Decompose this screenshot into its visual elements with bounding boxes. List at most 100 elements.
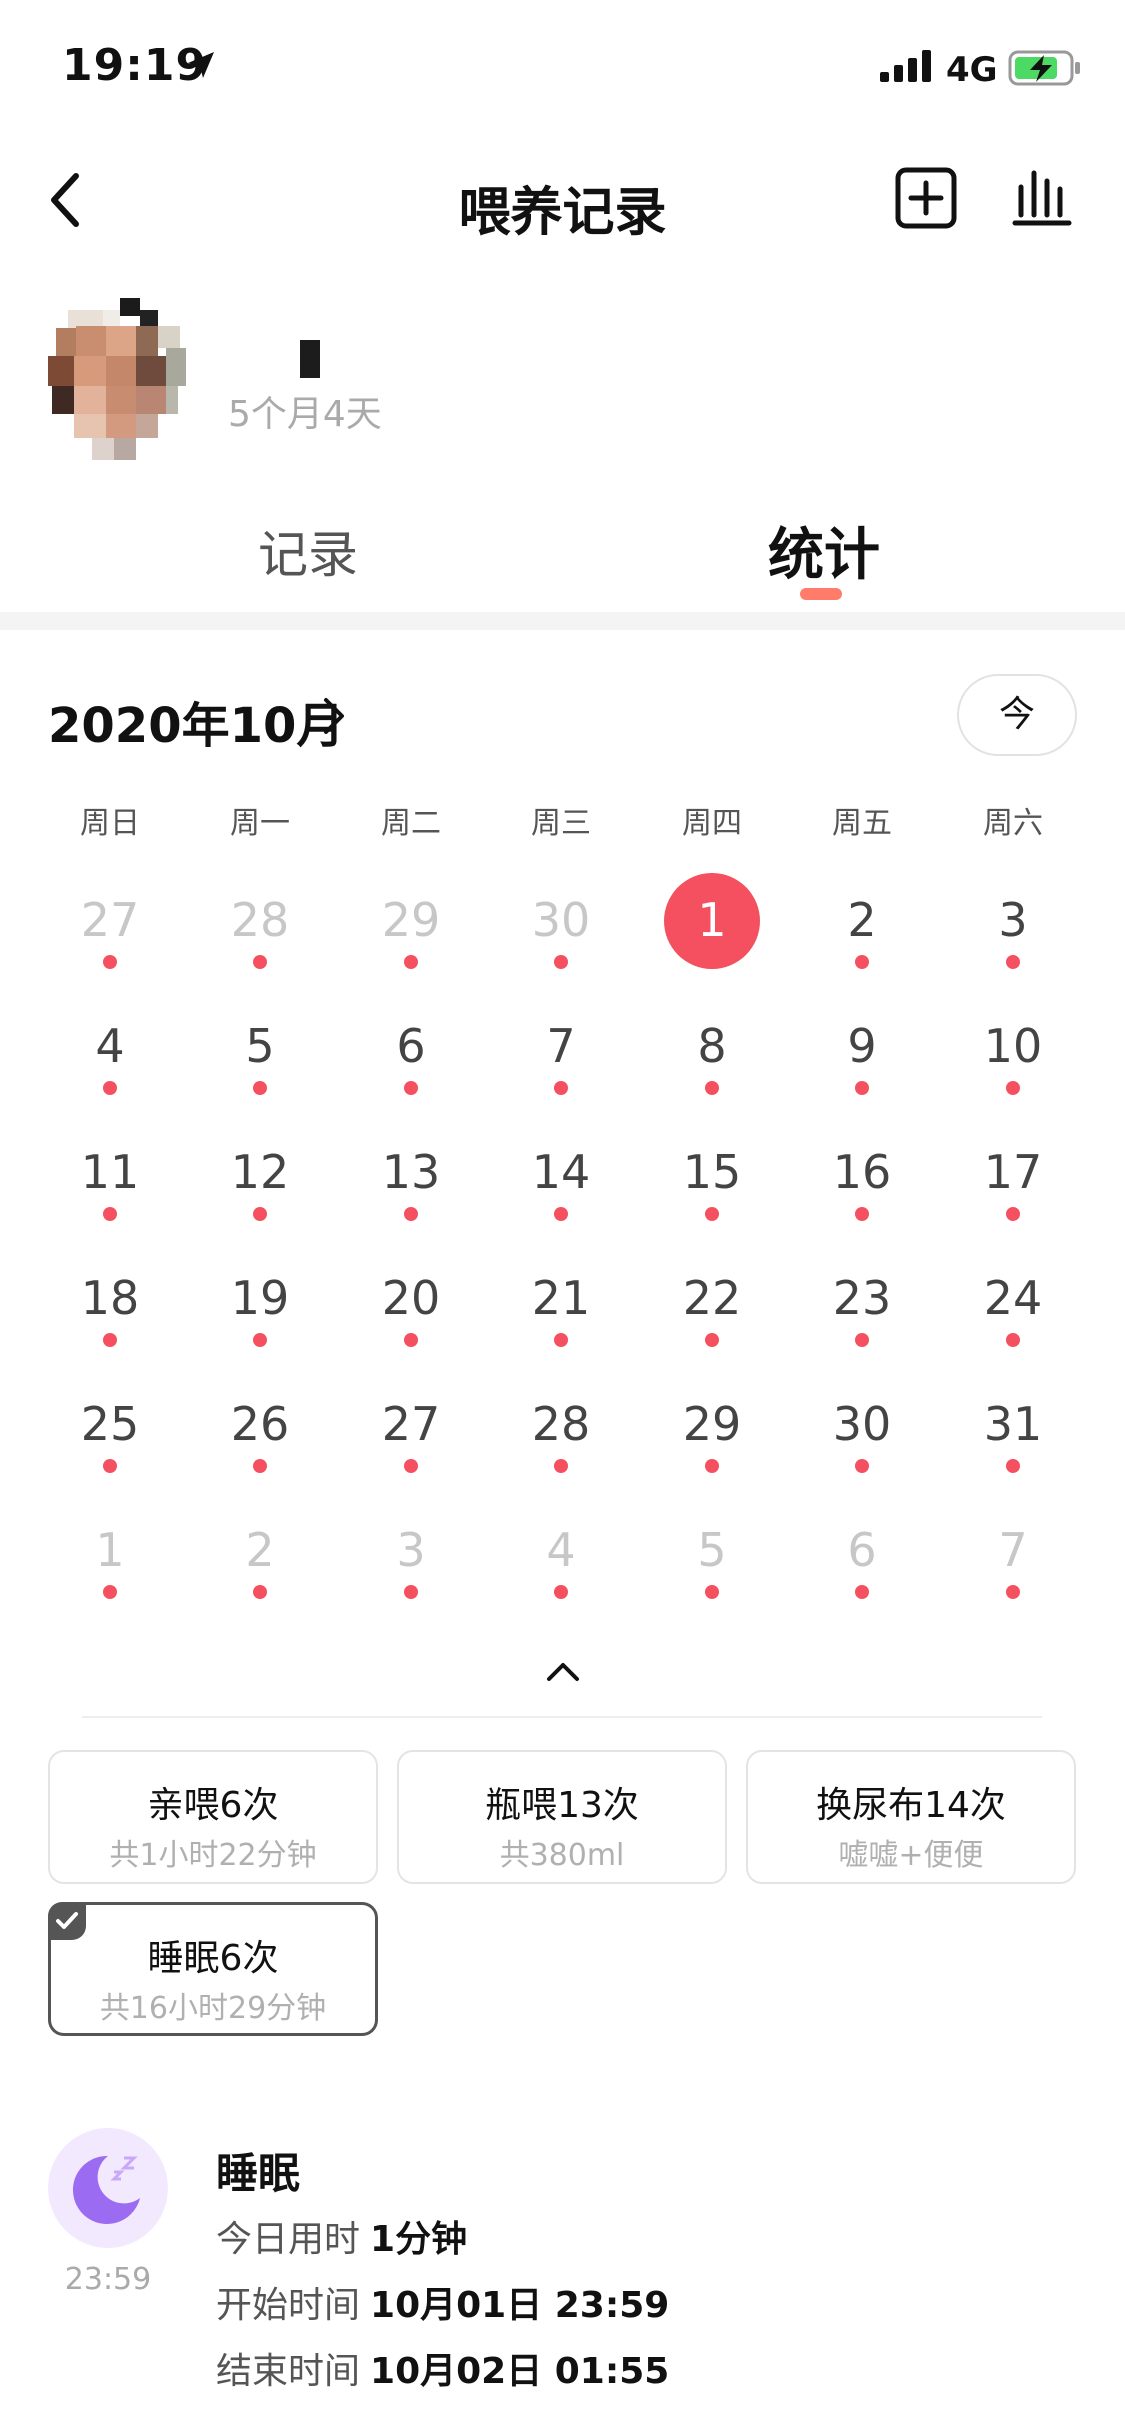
calendar-day[interactable]: 2 [787, 873, 937, 999]
calendar-day[interactable]: 20 [336, 1251, 486, 1377]
record-dot [855, 1585, 869, 1599]
calendar-day[interactable]: 27 [35, 873, 185, 999]
day-number: 28 [531, 1397, 591, 1451]
calendar-day[interactable]: 30 [486, 873, 636, 999]
day-number: 5 [697, 1523, 727, 1577]
record-dot [554, 1585, 568, 1599]
calendar-day[interactable]: 16 [787, 1125, 937, 1251]
calendar-day[interactable]: 1 [35, 1503, 185, 1629]
record-dot [404, 1081, 418, 1095]
day-number: 4 [546, 1523, 576, 1577]
record-dot [103, 1333, 117, 1347]
record-dot [404, 1459, 418, 1473]
entry-time: 23:59 [64, 2262, 152, 2297]
calendar-day[interactable]: 30 [787, 1377, 937, 1503]
record-dot [404, 955, 418, 969]
day-number: 31 [983, 1397, 1043, 1451]
calendar-day[interactable]: 15 [637, 1125, 787, 1251]
record-dot [855, 955, 869, 969]
day-number: 6 [847, 1523, 877, 1577]
divider [82, 1716, 1042, 1718]
record-dot [253, 1207, 267, 1221]
calendar-day[interactable]: 5 [637, 1503, 787, 1629]
calendar-day[interactable]: 10 [938, 999, 1088, 1125]
record-dot [103, 1459, 117, 1473]
calendar-day[interactable]: 4 [35, 999, 185, 1125]
calendar-day[interactable]: 3 [336, 1503, 486, 1629]
calendar-day[interactable]: 7 [486, 999, 636, 1125]
calendar-day[interactable]: 4 [486, 1503, 636, 1629]
breastfeed-card[interactable]: 亲喂6次 共1小时22分钟 [48, 1750, 378, 1884]
record-dot [705, 1333, 719, 1347]
calendar-day[interactable]: 28 [486, 1377, 636, 1503]
day-number: 29 [682, 1397, 742, 1451]
day-number: 11 [80, 1145, 140, 1199]
record-dot [554, 1333, 568, 1347]
card-title: 亲喂6次 [147, 1785, 279, 1826]
calendar-day[interactable]: 28 [185, 873, 335, 999]
record-dot [705, 1585, 719, 1599]
day-number: 7 [546, 1019, 576, 1073]
day-number: 30 [531, 893, 591, 947]
record-dot [554, 1081, 568, 1095]
diaper-card[interactable]: 换尿布14次 嘘嘘+便便 [746, 1750, 1076, 1884]
day-number: 30 [832, 1397, 892, 1451]
calendar-day[interactable]: 11 [35, 1125, 185, 1251]
record-dot [1006, 1333, 1020, 1347]
calendar-day[interactable]: 26 [185, 1377, 335, 1503]
day-number: 5 [245, 1019, 275, 1073]
card-subtitle: 共1小时22分钟 [109, 1838, 317, 1873]
bottle-feed-card[interactable]: 瓶喂13次 共380ml [397, 1750, 727, 1884]
sleep-card[interactable]: 睡眠6次 共16小时29分钟 [48, 1902, 378, 2036]
calendar-day[interactable]: 25 [35, 1377, 185, 1503]
entry-duration-row: 今日用时 1分钟 [216, 2210, 467, 2262]
day-number: 22 [682, 1271, 742, 1325]
calendar-day[interactable]: 2 [185, 1503, 335, 1629]
calendar-day[interactable]: 9 [787, 999, 937, 1125]
day-number: 9 [847, 1019, 877, 1073]
chevron-up-icon[interactable] [546, 1660, 580, 1682]
calendar-day[interactable]: 3 [938, 873, 1088, 999]
calendar-day[interactable]: 6 [336, 999, 486, 1125]
calendar-day[interactable]: 14 [486, 1125, 636, 1251]
day-number: 7 [998, 1523, 1028, 1577]
record-dot [705, 1459, 719, 1473]
record-dot [855, 1207, 869, 1221]
calendar-day[interactable]: 31 [938, 1377, 1088, 1503]
calendar-day[interactable]: 22 [637, 1251, 787, 1377]
day-number: 2 [245, 1523, 275, 1577]
calendar-day[interactable]: 6 [787, 1503, 937, 1629]
record-dot [253, 1459, 267, 1473]
calendar-day[interactable]: 24 [938, 1251, 1088, 1377]
day-number: 28 [230, 893, 290, 947]
day-number: 20 [381, 1271, 441, 1325]
calendar-day[interactable]: 23 [787, 1251, 937, 1377]
calendar-day-selected[interactable]: 1 [637, 873, 787, 999]
calendar-day[interactable]: 12 [185, 1125, 335, 1251]
calendar-day[interactable]: 8 [637, 999, 787, 1125]
record-dot [253, 955, 267, 969]
record-dot [103, 955, 117, 969]
calendar-day[interactable]: 5 [185, 999, 335, 1125]
day-number: 2 [847, 893, 877, 947]
record-dot [103, 1081, 117, 1095]
calendar-day[interactable]: 7 [938, 1503, 1088, 1629]
calendar-day[interactable]: 29 [637, 1377, 787, 1503]
calendar-day[interactable]: 13 [336, 1125, 486, 1251]
calendar-day[interactable]: 17 [938, 1125, 1088, 1251]
calendar-day[interactable]: 27 [336, 1377, 486, 1503]
record-dot [1006, 1585, 1020, 1599]
day-number: 10 [983, 1019, 1043, 1073]
card-title: 睡眠6次 [147, 1938, 279, 1979]
calendar-day[interactable]: 29 [336, 873, 486, 999]
card-title: 换尿布14次 [816, 1785, 1006, 1826]
record-dot [404, 1333, 418, 1347]
calendar-grid: 27 28 29 30 1 2 3 4 5 6 7 8 9 10 11 12 1… [0, 0, 1125, 1660]
entry-end-row: 结束时间 10月02日 01:55 [216, 2342, 669, 2394]
calendar-day[interactable]: 19 [185, 1251, 335, 1377]
day-number: 16 [832, 1145, 892, 1199]
calendar-day[interactable]: 21 [486, 1251, 636, 1377]
record-dot [1006, 1081, 1020, 1095]
moon-icon [72, 2155, 140, 2224]
calendar-day[interactable]: 18 [35, 1251, 185, 1377]
